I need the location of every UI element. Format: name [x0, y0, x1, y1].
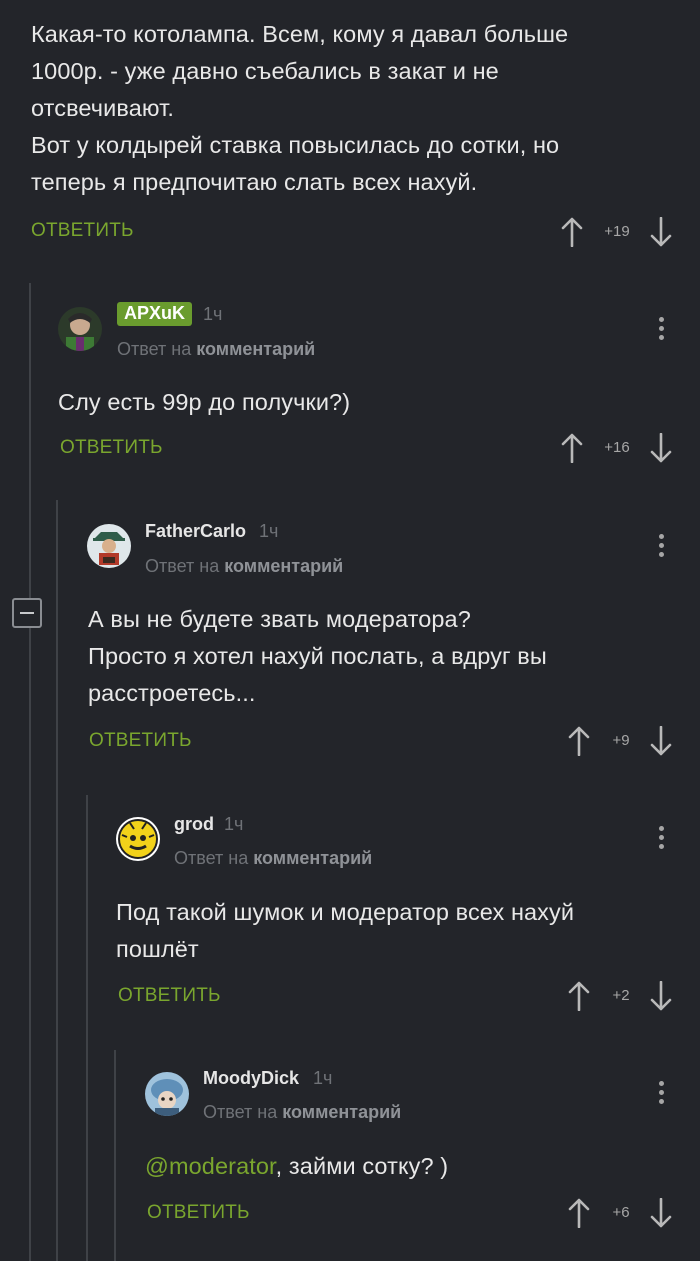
avatar[interactable] — [145, 1072, 189, 1116]
comment-line: расстроетесь... — [88, 680, 256, 706]
reply-to-target[interactable]: комментарий — [253, 848, 372, 868]
comment-line: А вы не будете звать модератора? — [88, 606, 471, 632]
comment-line: Вот у колдырей ставка повысилась до сотк… — [31, 132, 560, 158]
comment-line: 1000р. - уже давно съебались в закат и н… — [31, 58, 499, 84]
reply-button[interactable]: ОТВЕТИТЬ — [31, 220, 134, 242]
comment-line: Слу есть 99р до получки?) — [58, 389, 351, 415]
reply-to-line[interactable]: Ответ на комментарий — [145, 556, 343, 577]
rating-value: +2 — [612, 987, 630, 1004]
comment-line: теперь я предпочитаю слать всех нахуй. — [31, 169, 478, 195]
reply-button[interactable]: ОТВЕТИТЬ — [60, 437, 163, 459]
comment-time: 1ч — [203, 304, 223, 324]
username-badge[interactable]: APXuK — [117, 302, 193, 326]
more-options-icon[interactable] — [659, 1081, 664, 1108]
comment-time: 1ч — [224, 814, 244, 834]
avatar[interactable] — [87, 524, 131, 568]
downvote-icon[interactable] — [649, 217, 673, 247]
comment-text: Под такой шумок и модератор всех нахуй п… — [116, 894, 676, 968]
upvote-icon[interactable] — [567, 1198, 591, 1228]
more-options-icon[interactable] — [659, 317, 664, 344]
reply-to-line[interactable]: Ответ на комментарий — [117, 339, 315, 360]
username[interactable]: grod — [174, 814, 214, 835]
downvote-icon[interactable] — [649, 433, 673, 463]
comment-line: , займи сотку? ) — [275, 1153, 449, 1179]
reply-to-target[interactable]: комментарий — [282, 1102, 401, 1122]
reply-to-prefix: Ответ на — [174, 848, 249, 868]
reply-to-target[interactable]: комментарий — [224, 556, 343, 576]
thread-line-level2 — [56, 500, 58, 1261]
comment-line: Какая-то котолампа. Всем, кому я давал б… — [31, 21, 569, 47]
reply-button[interactable]: ОТВЕТИТЬ — [89, 730, 192, 752]
avatar[interactable] — [58, 307, 102, 351]
thread-line-level3 — [86, 795, 88, 1261]
downvote-icon[interactable] — [649, 1198, 673, 1228]
upvote-icon[interactable] — [560, 433, 584, 463]
rating-value: +16 — [604, 439, 630, 456]
comment-line: Просто я хотел нахуй послать, а вдруг вы — [88, 643, 547, 669]
more-options-icon[interactable] — [659, 534, 664, 561]
comment-text: @moderator, займи сотку? ) — [145, 1148, 448, 1185]
reply-button[interactable]: ОТВЕТИТЬ — [118, 985, 221, 1007]
reply-button[interactable]: ОТВЕТИТЬ — [147, 1202, 250, 1224]
username[interactable]: MoodyDick — [203, 1068, 299, 1089]
reply-to-prefix: Ответ на — [145, 556, 220, 576]
comment-time: 1ч — [313, 1068, 333, 1088]
comment-time: 1ч — [259, 521, 279, 541]
comment-text: Слу есть 99р до получки?) — [58, 384, 350, 421]
upvote-icon[interactable] — [567, 726, 591, 756]
comment-text: А вы не будете звать модератора? Просто … — [88, 601, 678, 712]
rating-value: +9 — [612, 732, 630, 749]
reply-to-line[interactable]: Ответ на комментарий — [203, 1102, 401, 1123]
thread-line-level1 — [29, 283, 31, 1261]
rating-value: +6 — [612, 1204, 630, 1221]
reply-to-line[interactable]: Ответ на комментарий — [174, 848, 372, 869]
thread-line-level4 — [114, 1050, 116, 1261]
comment-line: отсвечивают. — [31, 95, 174, 121]
collapse-thread-button[interactable] — [12, 598, 42, 628]
downvote-icon[interactable] — [649, 981, 673, 1011]
downvote-icon[interactable] — [649, 726, 673, 756]
comment-text: Какая-то котолампа. Всем, кому я давал б… — [31, 16, 681, 201]
reply-to-target[interactable]: комментарий — [196, 339, 315, 359]
upvote-icon[interactable] — [567, 981, 591, 1011]
avatar[interactable] — [116, 817, 160, 861]
comment-line: пошлёт — [116, 936, 199, 962]
username[interactable]: FatherCarlo — [145, 521, 246, 542]
reply-to-prefix: Ответ на — [117, 339, 192, 359]
user-mention-link[interactable]: @moderator — [145, 1153, 276, 1179]
more-options-icon[interactable] — [659, 826, 664, 853]
comment-line: Под такой шумок и модератор всех нахуй — [116, 899, 575, 925]
upvote-icon[interactable] — [560, 217, 584, 247]
rating-value: +19 — [604, 223, 630, 240]
reply-to-prefix: Ответ на — [203, 1102, 278, 1122]
